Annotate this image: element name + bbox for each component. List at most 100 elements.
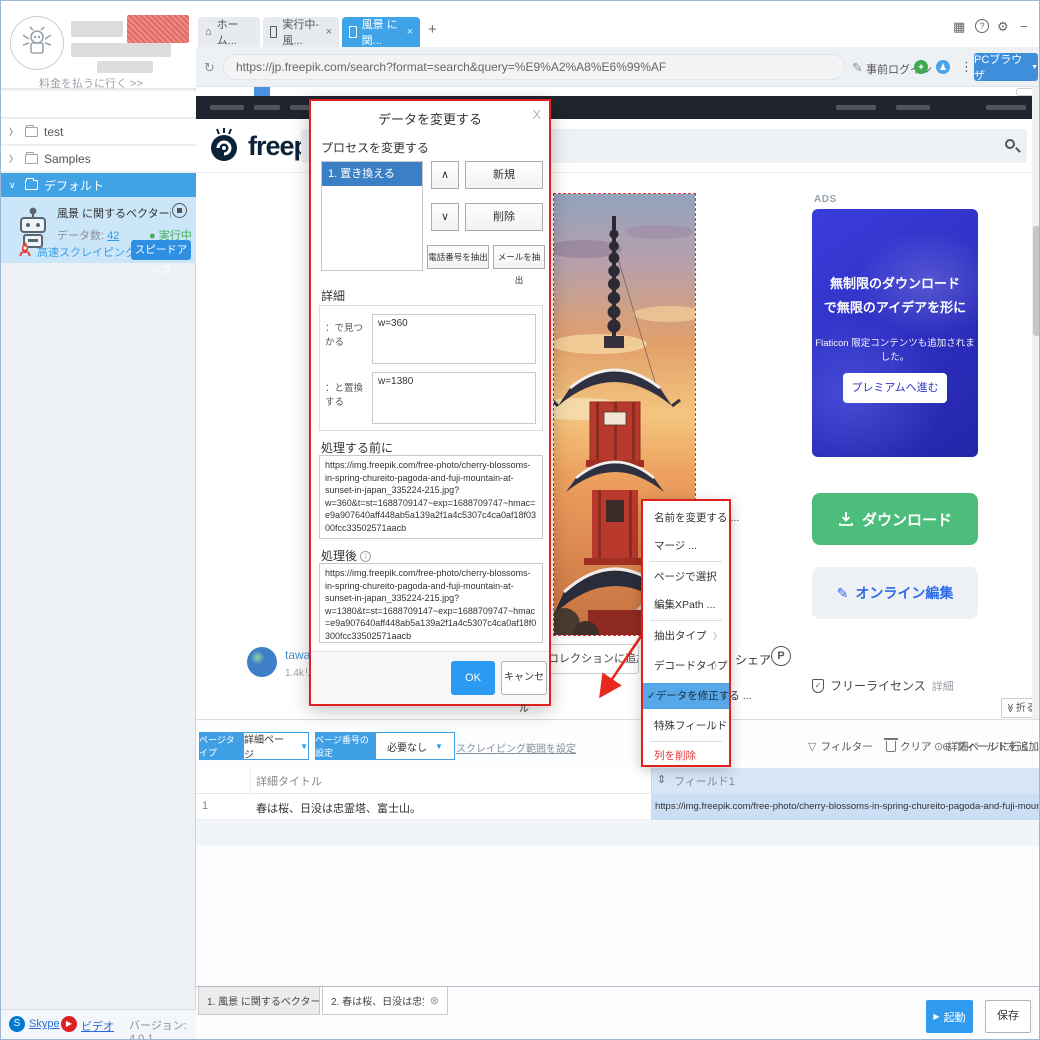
menu-item-modify-data[interactable]: ✓データを修正する ... (643, 683, 751, 709)
close-tab-icon[interactable]: ⊗ (430, 994, 439, 1007)
share-label[interactable]: シェア (735, 651, 771, 668)
task-card[interactable]: 風景 に関するベクター画像、写真素材、P... データ数: 42 ● 実行中 高… (1, 197, 196, 276)
extract-mail-button[interactable]: メールを抽出 (493, 245, 545, 285)
before-textarea[interactable]: https://img.freepik.com/free-photo/cherr… (319, 455, 543, 539)
field1-header-label: フィールド1 (674, 776, 735, 788)
process-item-selected[interactable]: 1. 置き換える (322, 162, 422, 186)
page-num-dropdown[interactable]: 必要なし ▼ (375, 732, 455, 760)
speedup-button[interactable]: スピードアップ (131, 240, 191, 276)
page-num-label: ページ番号の設定 (315, 732, 375, 760)
replace-input[interactable]: w=1380 (372, 372, 536, 424)
menu-item-select-on-page[interactable]: ページで選択 (643, 564, 729, 590)
page-type-dropdown[interactable]: 詳細ページ ▼ (243, 732, 309, 761)
menu-item-edit-xpath[interactable]: 編集XPath ... (643, 592, 729, 618)
bottom-tab-2[interactable]: 2. 春は桜、日没は忠霊塔、富士山... ⊗ (322, 987, 448, 1015)
sidebar-folder-default[interactable]: ∨ デフォルト (1, 173, 196, 197)
author-avatar[interactable] (247, 647, 277, 677)
skype-icon[interactable]: S (9, 1016, 25, 1032)
settings-gear-icon[interactable]: ⚙ (997, 19, 1009, 35)
tab-landscape[interactable]: 風景 に関... × (342, 17, 420, 47)
table-row[interactable]: 1 春は桜、日没は忠霊塔、富士山。 https://img.freepik.co… (196, 794, 1039, 820)
ad-panel[interactable]: 無制限のダウンロード で無限のアイデアを形に Flaticon 限定コンテンツも… (812, 209, 978, 457)
download-button[interactable]: ダウンロード (812, 493, 978, 545)
empty-row-strip (196, 820, 1039, 846)
license-more-link[interactable]: 詳細 (932, 678, 954, 694)
tab-running[interactable]: 実行中-風... × (263, 17, 339, 47)
minimize-icon[interactable]: − (1020, 19, 1028, 34)
premium-button[interactable]: プレミアムへ進む (843, 373, 947, 403)
dropdown-arrow-icon: ▼ (300, 741, 308, 751)
menu-item-special-field[interactable]: 特殊フィールド〉 (643, 713, 729, 739)
cancel-button[interactable]: キャンセル (501, 661, 547, 715)
sidebar-folder-test[interactable]: 〉 test (1, 119, 196, 145)
gift-icon[interactable]: ▦ (953, 19, 965, 35)
folder-icon (25, 151, 38, 164)
tab-home[interactable]: ⌂ ホーム... (198, 17, 260, 47)
sidebar-folder-samples[interactable]: 〉 Samples (1, 146, 196, 172)
field-context-menu: 名前を変更する ... マージ ... ページで選択 編集XPath ... 抽… (641, 499, 751, 769)
video-link[interactable]: ビデオ (81, 1018, 114, 1034)
row-field1-cell[interactable]: https://img.freepik.com/free-photo/cherr… (651, 794, 1039, 820)
move-column-icon[interactable]: ⇕ (657, 773, 666, 786)
pinterest-icon[interactable]: P (771, 646, 791, 666)
delete-process-button[interactable]: 削除 (465, 203, 543, 231)
page-scrollbar[interactable] (1032, 87, 1039, 719)
extract-phone-button[interactable]: 電話番号を抽出 (427, 245, 489, 269)
chevron-right-icon: 〉 (9, 154, 19, 164)
dialog-close-icon[interactable]: X (532, 107, 541, 122)
move-up-button[interactable]: ∧ (431, 161, 459, 189)
column-header-title[interactable]: 詳細タイトル (256, 773, 322, 789)
avatar[interactable] (10, 16, 64, 70)
bottom-tab-1[interactable]: 1. 風景 に関するベクター画像、写... (198, 987, 320, 1015)
refresh-icon[interactable]: ↻ (204, 60, 215, 76)
menu-item-decode-type[interactable]: デコードタイプ〉 (643, 653, 729, 679)
new-tab-icon[interactable]: + (428, 21, 437, 38)
scrollbar-thumb[interactable] (1033, 226, 1039, 336)
status-green-icon[interactable]: ✦ (914, 60, 928, 74)
search-icon[interactable] (1005, 139, 1015, 149)
column-header-field1[interactable]: ⇕ フィールド1 (651, 768, 1039, 794)
stop-icon[interactable] (172, 203, 187, 218)
more-menu-icon[interactable]: ⋮ (960, 59, 973, 75)
online-edit-button[interactable]: ✎ オンライン編集 (812, 567, 978, 619)
after-textarea[interactable]: https://img.freepik.com/free-photo/cherr… (319, 563, 543, 643)
menu-item-delete-column[interactable]: 列を削除 (643, 743, 729, 769)
dialog-footer: OK キャンセル (311, 651, 549, 715)
url-input[interactable]: https://jp.freepik.com/search?format=sea… (223, 54, 845, 80)
menu-item-merge[interactable]: マージ ... (643, 533, 729, 559)
pay-link[interactable]: 料金を払うに行く >> (39, 75, 143, 91)
edit-url-icon[interactable]: ✎ (852, 60, 863, 76)
row-title-cell[interactable]: 春は桜、日没は忠霊塔、富士山。 (256, 800, 641, 816)
folder-label: デフォルト (44, 178, 105, 193)
add-field-button[interactable]: ⊕ フィールドを追加 (942, 739, 1039, 754)
data-count-value[interactable]: 42 (107, 230, 119, 242)
ok-button[interactable]: OK (451, 661, 495, 695)
info-icon[interactable]: i (360, 551, 372, 562)
menu-divider (650, 741, 722, 742)
skype-link[interactable]: Skype (29, 1018, 60, 1030)
close-icon[interactable]: × (407, 26, 413, 38)
new-process-button[interactable]: 新規 (465, 161, 543, 189)
process-listbox[interactable]: 1. 置き換える (321, 161, 423, 271)
move-down-button[interactable]: ∨ (431, 203, 459, 231)
video-icon[interactable]: ▶ (61, 1016, 77, 1032)
find-input[interactable]: w=360 (372, 314, 536, 364)
menu-item-rename[interactable]: 名前を変更する ... (643, 505, 739, 531)
scraping-range-link[interactable]: スクレイピング範囲を設定 (456, 740, 576, 755)
help-icon[interactable]: ? (975, 19, 989, 33)
menu-item-extract-type[interactable]: 抽出タイプ〉 (643, 623, 729, 649)
browser-mode-button[interactable]: PCブラウザ ▼ (974, 53, 1038, 82)
page-icon (349, 26, 357, 38)
close-icon[interactable]: × (326, 26, 332, 38)
save-button[interactable]: 保存 (985, 1000, 1031, 1033)
ad-title-line1: 無制限のダウンロード (829, 276, 960, 291)
blurred-username-2 (71, 43, 171, 57)
version-label: バージョン: 4.0.1 (129, 1020, 187, 1040)
status-blue-icon[interactable]: ♟ (936, 60, 950, 74)
freepik-logo-icon (211, 128, 237, 161)
ad-subtitle: Flaticon 限定コンテンツも追加されました。 (815, 338, 975, 363)
filter-icon: ▽ (808, 741, 817, 753)
clear-button[interactable]: クリア (884, 738, 932, 754)
filter-button[interactable]: ▽ フィルター (808, 739, 873, 754)
run-button[interactable]: ▶ 起動 (926, 1000, 973, 1033)
